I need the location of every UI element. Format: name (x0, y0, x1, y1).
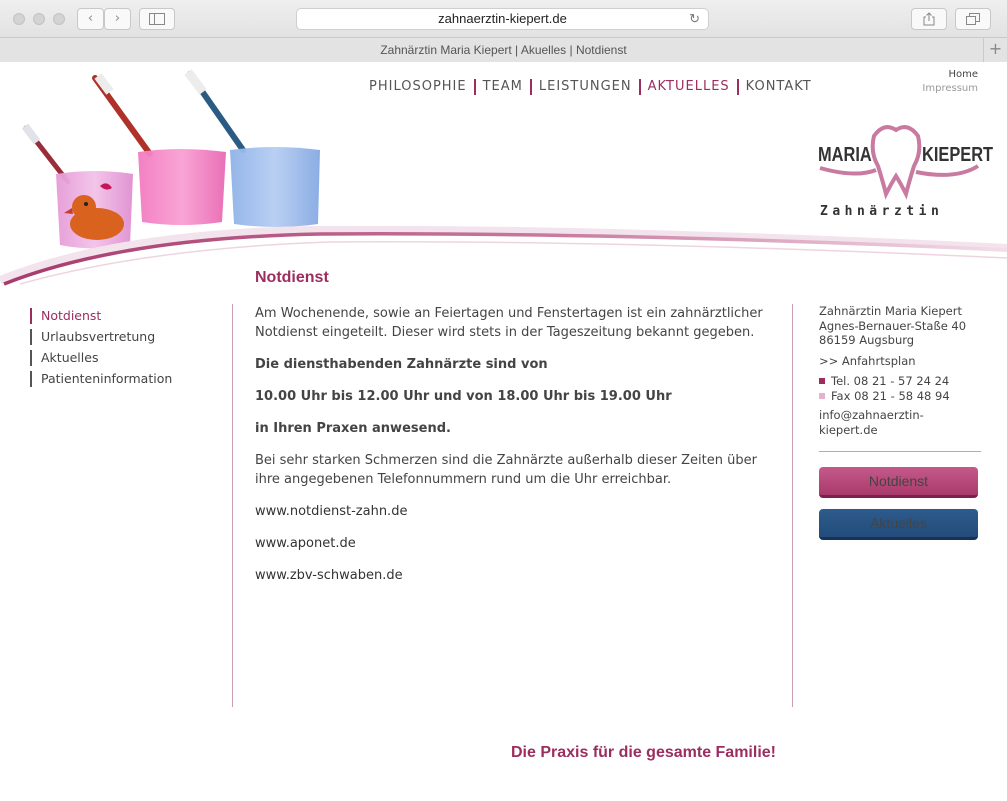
address-bar[interactable]: zahnaerztin-kiepert.de ↻ (296, 8, 709, 30)
subnav-aktuelles[interactable]: Aktuelles (30, 350, 172, 366)
pink-cup (138, 149, 226, 225)
contact-phone: Tel. 08 21 - 57 24 24 (831, 374, 950, 388)
nav-leistungen[interactable]: LEISTUNGEN (529, 79, 639, 95)
browser-chrome: ‹ › zahnaerztin-kiepert.de ↻ Zahnärztin … (0, 0, 1007, 62)
tabs-icon (966, 13, 980, 25)
home-link[interactable]: Home (922, 68, 978, 82)
logo-first-name: MARIA (818, 144, 872, 166)
nav-team[interactable]: TEAM (473, 79, 530, 95)
forward-button[interactable]: › (104, 8, 131, 30)
chevron-left-icon: ‹ (87, 11, 94, 26)
nav-philosophie[interactable]: PHILOSOPHIE (362, 79, 474, 95)
new-tab-button[interactable]: + (983, 38, 1007, 62)
tabs-overview-button[interactable] (955, 8, 991, 30)
share-icon (923, 12, 935, 26)
link-notdienst-zahn[interactable]: www.notdienst-zahn.de (255, 504, 407, 519)
nav-aktuelles[interactable]: AKTUELLES (638, 79, 737, 95)
impressum-link[interactable]: Impressum (922, 82, 978, 96)
subnav-notdienst[interactable]: Notdienst (30, 308, 172, 324)
tab-title[interactable]: Zahnärztin Maria Kiepert | Akuelles | No… (0, 38, 1007, 62)
main-navigation: PHILOSOPHIE TEAM LEISTUNGEN AKTUELLES KO… (362, 79, 819, 95)
logo-subtitle: Zahnärztin (820, 204, 944, 219)
phone-marker-icon (819, 378, 825, 385)
nav-kontakt[interactable]: KONTAKT (736, 79, 819, 95)
left-divider (232, 304, 233, 707)
contact-name: Zahnärztin Maria Kiepert (819, 304, 962, 318)
contact-city: 86159 Augsburg (819, 333, 915, 347)
practice-logo[interactable]: MARIA KIEPERT Zahnärztin (816, 122, 993, 222)
sub-navigation: Notdienst Urlaubsvertretung Aktuelles Pa… (30, 308, 172, 392)
web-page: PHILOSOPHIE TEAM LEISTUNGEN AKTUELLES KO… (0, 62, 1007, 801)
main-content: Am Wochenende, sowie an Feiertagen und F… (255, 304, 775, 598)
logo-last-name: KIEPERT (922, 144, 994, 166)
fax-marker-icon (819, 392, 825, 399)
hours-outro: in Ihren Praxen anwesend. (255, 421, 451, 436)
contact-sidebar: Zahnärztin Maria Kiepert Agnes-Bernauer-… (819, 304, 981, 540)
email-link[interactable]: info@zahnaerztin-kiepert.de (819, 408, 924, 437)
directions-link[interactable]: >> Anfahrtsplan (819, 354, 916, 368)
close-window-button[interactable] (13, 13, 25, 25)
hours-text: 10.00 Uhr bis 12.00 Uhr und von 18.00 Uh… (255, 389, 672, 404)
chevron-right-icon: › (114, 11, 121, 26)
intro-paragraph: Am Wochenende, sowie an Feiertagen und F… (255, 306, 763, 340)
url-text: zahnaerztin-kiepert.de (438, 11, 567, 26)
back-button[interactable]: ‹ (77, 8, 104, 30)
subnav-patienteninformation[interactable]: Patienteninformation (30, 371, 172, 387)
browser-toolbar: ‹ › zahnaerztin-kiepert.de ↻ (0, 0, 1007, 38)
minimize-window-button[interactable] (33, 13, 45, 25)
tab-bar: Zahnärztin Maria Kiepert | Akuelles | No… (0, 38, 1007, 62)
contact-street: Agnes-Bernauer-Staße 40 (819, 318, 967, 333)
toothbrush-blue (184, 69, 246, 153)
toothbrush-red (92, 73, 153, 157)
fax-row: Fax 08 21 - 58 48 94 (819, 389, 981, 404)
link-aponet[interactable]: www.aponet.de (255, 536, 356, 551)
link-zbv-schwaben[interactable]: www.zbv-schwaben.de (255, 568, 403, 583)
right-divider (792, 304, 793, 707)
hours-intro: Die diensthabenden Zahnärzte sind von (255, 357, 548, 372)
share-button[interactable] (911, 8, 947, 30)
sidebar-divider (819, 451, 981, 452)
sidebar-toggle-button[interactable] (139, 8, 175, 30)
notdienst-button[interactable]: Notdienst (819, 467, 978, 498)
reload-icon[interactable]: ↻ (689, 9, 700, 29)
page-title: Notdienst (255, 269, 329, 286)
zoom-window-button[interactable] (53, 13, 65, 25)
sidebar-icon (149, 13, 165, 25)
phone-row: Tel. 08 21 - 57 24 24 (819, 374, 981, 389)
contact-fax: Fax 08 21 - 58 48 94 (831, 388, 950, 403)
emergency-paragraph: Bei sehr starken Schmerzen sind die Zahn… (255, 453, 757, 487)
footer-tagline: Die Praxis für die gesamte Familie! (511, 744, 776, 761)
blue-cup (230, 147, 320, 227)
aktuelles-button[interactable]: Aktuelles (819, 509, 978, 540)
subnav-urlaubsvertretung[interactable]: Urlaubsvertretung (30, 329, 172, 345)
top-links: Home Impressum (922, 68, 978, 96)
